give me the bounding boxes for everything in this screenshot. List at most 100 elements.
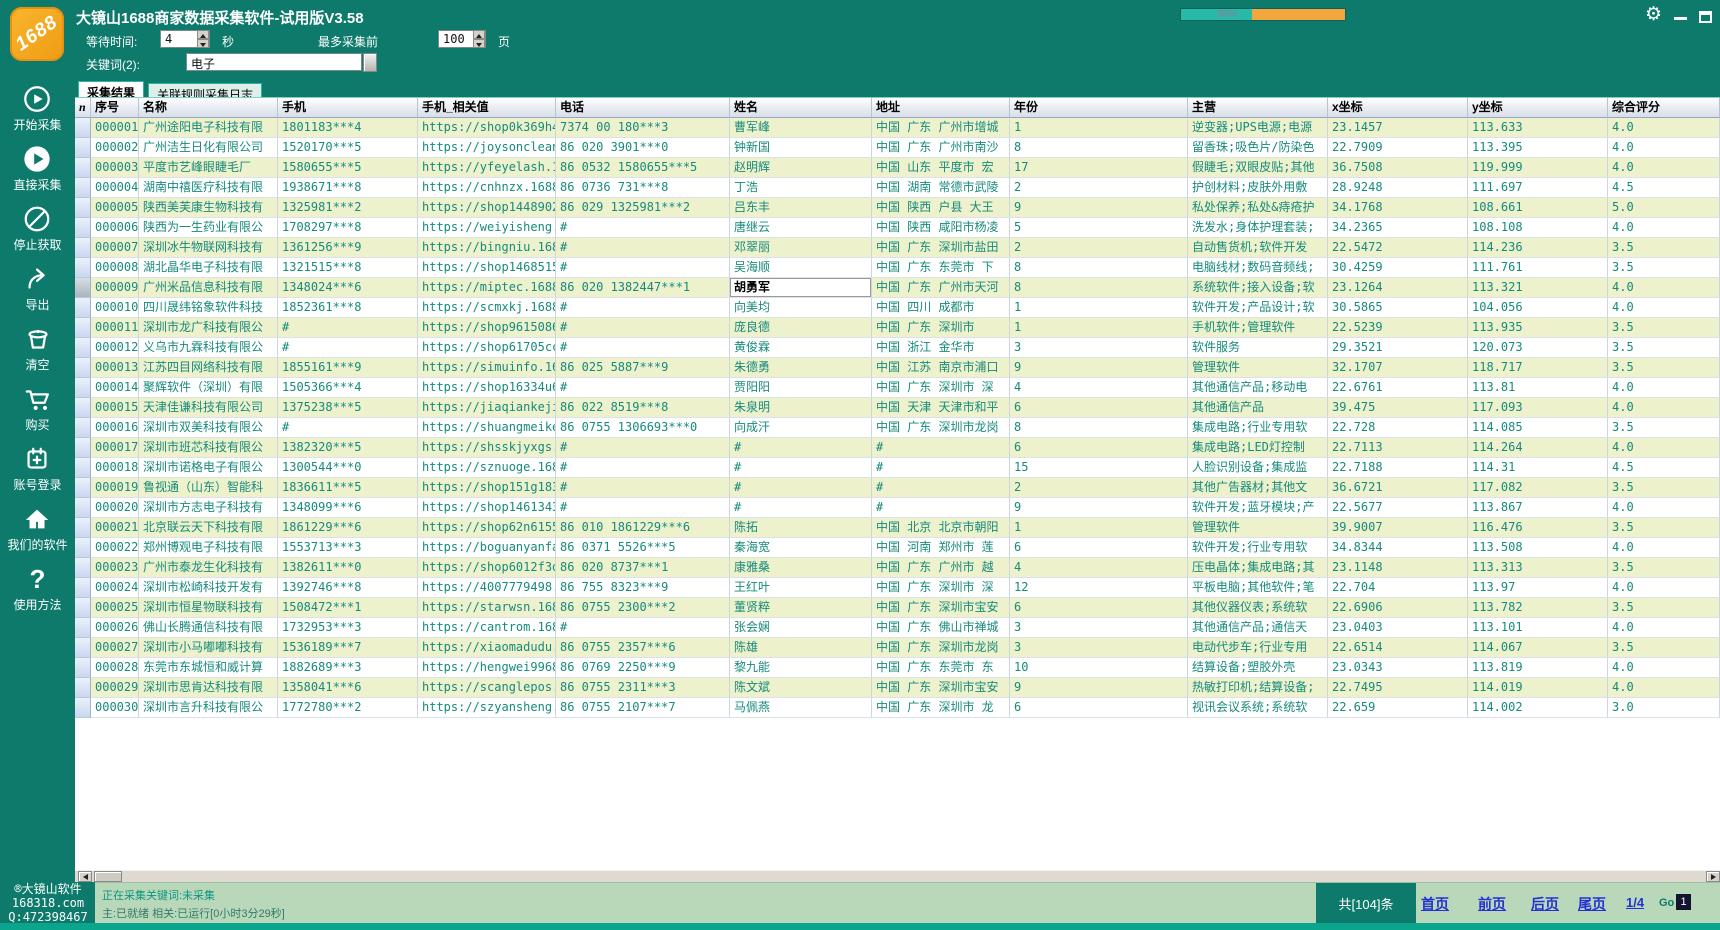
max-pages-stepper[interactable] [473,30,485,48]
cell-手机_相关值[interactable]: https://shop16334u65 [418,378,556,398]
cell-y坐标[interactable]: 113.101 [1468,618,1608,638]
cell-手机_相关值[interactable]: https://xiaomadudu.1 [418,638,556,658]
cell-y坐标[interactable]: 111.697 [1468,178,1608,198]
cell-地址[interactable]: 中国 广东 广州市南沙 [872,138,1010,158]
cell-年份[interactable]: 1 [1010,298,1188,318]
cell-手机[interactable]: 1836611***5 [278,478,418,498]
sidebar-item-账号登录[interactable]: 账号登录 [13,444,61,493]
row-header[interactable] [75,338,91,358]
cell-姓名[interactable]: 陈文斌 [730,678,872,698]
row-header[interactable] [75,638,91,658]
cell-x坐标[interactable]: 22.5472 [1328,238,1468,258]
cell-地址[interactable]: 中国 北京 北京市朝阳 [872,518,1010,538]
cell-手机[interactable]: 1938671***8 [278,178,418,198]
cell-名称[interactable]: 深圳市班芯科技有限公 [139,438,278,458]
cell-x坐标[interactable]: 30.4259 [1328,258,1468,278]
cell-序号[interactable]: 000006 [91,218,139,238]
cell-地址[interactable]: 中国 广东 深圳市龙岗 [872,418,1010,438]
column-header-手机_相关值[interactable]: 手机_相关值 [418,98,556,118]
cell-名称[interactable]: 北京联云天下科技有限 [139,518,278,538]
row-header[interactable] [75,578,91,598]
scrollbar-thumb[interactable] [94,871,122,882]
cell-手机_相关值[interactable]: https://joysoncleani [418,138,556,158]
cell-姓名[interactable]: 黎九能 [730,658,872,678]
cell-综合评分[interactable]: 3.5 [1608,638,1720,658]
cell-主营[interactable]: 电动代步车;行业专用 [1188,638,1328,658]
cell-x坐标[interactable]: 34.1768 [1328,198,1468,218]
cell-手机[interactable]: 1325981***2 [278,198,418,218]
cell-姓名[interactable]: 董贤粹 [730,598,872,618]
cell-x坐标[interactable]: 34.8344 [1328,538,1468,558]
cell-序号[interactable]: 000023 [91,558,139,578]
cell-y坐标[interactable]: 113.867 [1468,498,1608,518]
sidebar-item-我们的软件[interactable]: 我们的软件 [7,504,67,553]
cell-姓名[interactable]: 胡勇军 [730,278,872,298]
cell-手机_相关值[interactable]: https://weiyisheng.1 [418,218,556,238]
cell-y坐标[interactable]: 114.264 [1468,438,1608,458]
cell-地址[interactable]: 中国 广东 深圳市 深 [872,378,1010,398]
cell-地址[interactable]: 中国 山东 平度市 宏 [872,158,1010,178]
cell-年份[interactable]: 2 [1010,478,1188,498]
cell-y坐标[interactable]: 114.31 [1468,458,1608,478]
cell-综合评分[interactable]: 3.5 [1608,318,1720,338]
cell-电话[interactable]: 86 0371 5526***5 [556,538,730,558]
cell-电话[interactable]: 86 0755 2300***2 [556,598,730,618]
cell-序号[interactable]: 000001 [91,118,139,138]
cell-主营[interactable]: 人脸识别设备;集成监 [1188,458,1328,478]
minimize-icon[interactable] [1674,5,1687,25]
cell-姓名[interactable]: 向成汗 [730,418,872,438]
cell-序号[interactable]: 000024 [91,578,139,598]
cell-手机_相关值[interactable]: https://boguanyanfa. [418,538,556,558]
cell-手机_相关值[interactable]: https://simuinfo.168 [418,358,556,378]
cell-x坐标[interactable]: 22.704 [1328,578,1468,598]
row-header[interactable] [75,598,91,618]
cell-名称[interactable]: 广州市泰龙生化科技有 [139,558,278,578]
cell-姓名[interactable]: 赵明辉 [730,158,872,178]
wait-time-stepper[interactable] [197,30,209,48]
cell-主营[interactable]: 热敏打印机;结算设备; [1188,678,1328,698]
cell-地址[interactable]: 中国 广东 广州市天河 [872,278,1010,298]
cell-综合评分[interactable]: 4.0 [1608,278,1720,298]
cell-地址[interactable]: 中国 广东 广州市 越 [872,558,1010,578]
cell-姓名[interactable]: 钟新国 [730,138,872,158]
cell-序号[interactable]: 000019 [91,478,139,498]
column-header-综合评分[interactable]: 综合评分 [1608,98,1720,118]
cell-手机[interactable]: 1553713***3 [278,538,418,558]
cell-主营[interactable]: 管理软件 [1188,518,1328,538]
cell-手机_相关值[interactable]: https://szyansheng.1 [418,698,556,718]
cell-姓名[interactable]: 吕东丰 [730,198,872,218]
cell-综合评分[interactable]: 4.0 [1608,658,1720,678]
cell-年份[interactable]: 8 [1010,278,1188,298]
cell-名称[interactable]: 平度市艺峰眼睫毛厂 [139,158,278,178]
cell-综合评分[interactable]: 4.0 [1608,498,1720,518]
settings-gear-icon[interactable]: ⚙ [1645,5,1662,25]
cell-手机[interactable]: 1382611***0 [278,558,418,578]
cell-电话[interactable]: 86 010 1861229***6 [556,518,730,538]
cell-电话[interactable]: 86 0736 731***8 [556,178,730,198]
cell-x坐标[interactable]: 29.3521 [1328,338,1468,358]
cell-电话[interactable]: 86 020 1382447***1 [556,278,730,298]
sidebar-item-使用方法[interactable]: ?使用方法 [13,564,61,613]
cell-地址[interactable]: # [872,438,1010,458]
cell-手机_相关值[interactable]: https://shop14489026 [418,198,556,218]
cell-年份[interactable]: 15 [1010,458,1188,478]
cell-综合评分[interactable]: 4.0 [1608,298,1720,318]
cell-姓名[interactable]: 王红叶 [730,578,872,598]
cell-手机[interactable]: 1321515***8 [278,258,418,278]
cell-y坐标[interactable]: 114.067 [1468,638,1608,658]
cell-综合评分[interactable]: 4.0 [1608,378,1720,398]
cell-地址[interactable]: # [872,458,1010,478]
cell-手机[interactable]: 1508472***1 [278,598,418,618]
cell-电话[interactable]: # [556,258,730,278]
cell-手机[interactable]: 1855161***9 [278,358,418,378]
row-header[interactable] [75,278,91,298]
cell-年份[interactable]: 17 [1010,158,1188,178]
cell-名称[interactable]: 深圳市双美科技有限公 [139,418,278,438]
cell-y坐标[interactable]: 117.082 [1468,478,1608,498]
cell-x坐标[interactable]: 22.6906 [1328,598,1468,618]
cell-电话[interactable]: 86 022 8519***8 [556,398,730,418]
row-header[interactable] [75,558,91,578]
cell-x坐标[interactable]: 32.1707 [1328,358,1468,378]
cell-电话[interactable]: 86 0755 1306693***0 [556,418,730,438]
cell-电话[interactable]: # [556,458,730,478]
